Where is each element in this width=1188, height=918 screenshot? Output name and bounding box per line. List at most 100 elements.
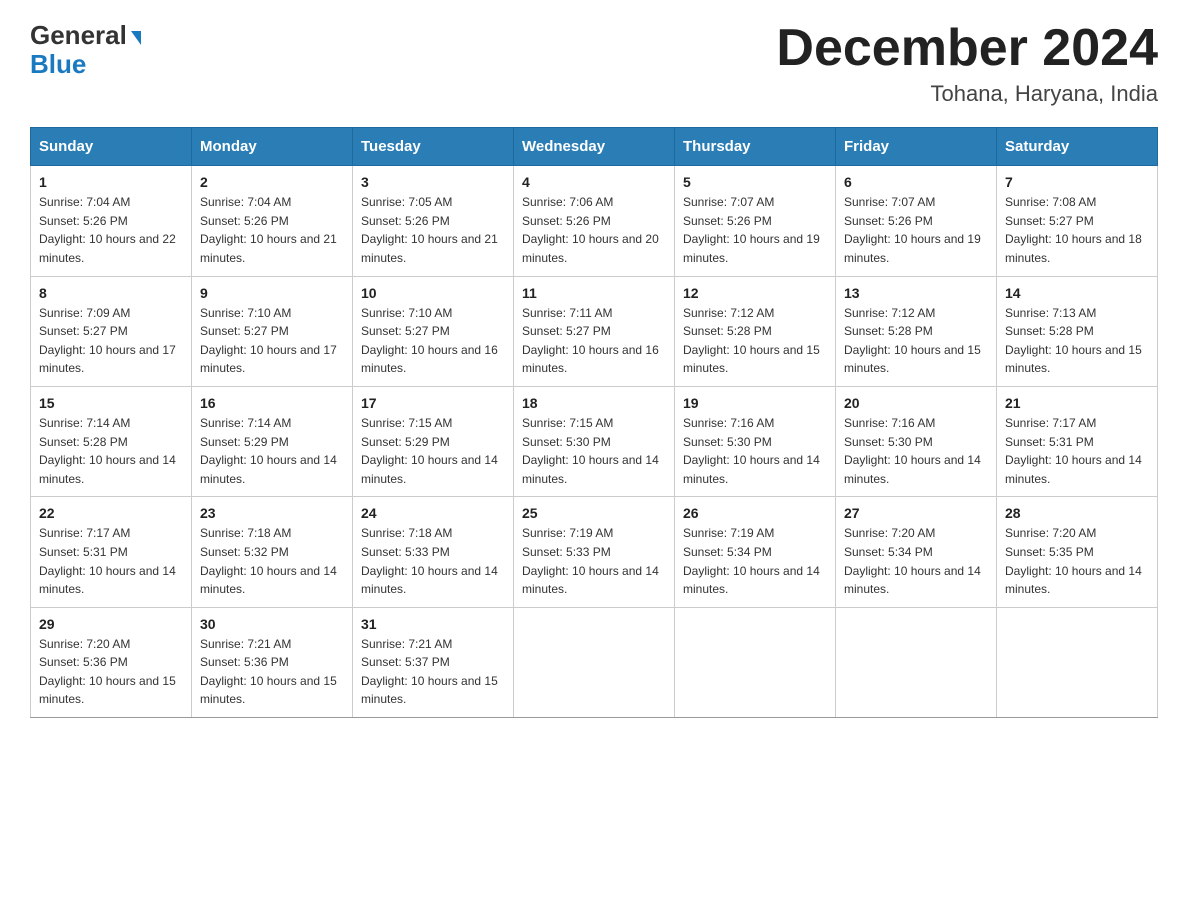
calendar-day-cell: 20Sunrise: 7:16 AMSunset: 5:30 PMDayligh… xyxy=(836,386,997,496)
day-number: 24 xyxy=(361,505,505,521)
day-info: Sunrise: 7:13 AMSunset: 5:28 PMDaylight:… xyxy=(1005,304,1149,378)
logo-general-text: General xyxy=(30,20,127,51)
day-number: 13 xyxy=(844,285,988,301)
calendar-day-cell xyxy=(514,607,675,717)
day-number: 2 xyxy=(200,174,344,190)
calendar-day-cell xyxy=(675,607,836,717)
calendar-day-cell: 2 Sunrise: 7:04 AMSunset: 5:26 PMDaylight… xyxy=(192,166,353,276)
day-of-week-header: Monday xyxy=(192,128,353,166)
day-number: 7 xyxy=(1005,174,1149,190)
day-number: 8 xyxy=(39,285,183,301)
calendar-day-cell: 22 Sunrise: 7:17 AMSunset: 5:31 PMDayligh… xyxy=(31,497,192,607)
day-number: 27 xyxy=(844,505,988,521)
day-of-week-header: Friday xyxy=(836,128,997,166)
day-number: 9 xyxy=(200,285,344,301)
calendar-day-cell: 31 Sunrise: 7:21 AMSunset: 5:37 PMDayligh… xyxy=(353,607,514,717)
day-info: Sunrise: 7:15 AMSunset: 5:29 PMDaylight:… xyxy=(361,414,505,488)
calendar-day-cell: 25Sunrise: 7:19 AMSunset: 5:33 PMDayligh… xyxy=(514,497,675,607)
calendar-day-cell: 28 Sunrise: 7:20 AMSunset: 5:35 PMDayligh… xyxy=(997,497,1158,607)
day-info: Sunrise: 7:19 AMSunset: 5:34 PMDaylight:… xyxy=(683,524,827,598)
day-number: 1 xyxy=(39,174,183,190)
day-number: 21 xyxy=(1005,395,1149,411)
day-number: 17 xyxy=(361,395,505,411)
day-number: 31 xyxy=(361,616,505,632)
calendar-day-cell: 10 Sunrise: 7:10 AMSunset: 5:27 PMDayligh… xyxy=(353,276,514,386)
day-info: Sunrise: 7:21 AMSunset: 5:37 PMDaylight:… xyxy=(361,635,505,709)
calendar-day-cell: 9 Sunrise: 7:10 AMSunset: 5:27 PMDaylight… xyxy=(192,276,353,386)
day-info: Sunrise: 7:17 AMSunset: 5:31 PMDaylight:… xyxy=(39,524,183,598)
day-info: Sunrise: 7:20 AMSunset: 5:34 PMDaylight:… xyxy=(844,524,988,598)
calendar-day-cell: 17 Sunrise: 7:15 AMSunset: 5:29 PMDayligh… xyxy=(353,386,514,496)
day-info: Sunrise: 7:05 AMSunset: 5:26 PMDaylight:… xyxy=(361,193,505,267)
title-section: December 2024 Tohana, Haryana, India xyxy=(776,20,1158,107)
day-number: 19 xyxy=(683,395,827,411)
day-number: 14 xyxy=(1005,285,1149,301)
calendar-day-cell: 27 Sunrise: 7:20 AMSunset: 5:34 PMDayligh… xyxy=(836,497,997,607)
day-info: Sunrise: 7:19 AMSunset: 5:33 PMDaylight:… xyxy=(522,524,666,598)
logo: General Blue xyxy=(30,20,141,80)
day-info: Sunrise: 7:09 AMSunset: 5:27 PMDaylight:… xyxy=(39,304,183,378)
day-number: 30 xyxy=(200,616,344,632)
calendar-week-row: 1 Sunrise: 7:04 AMSunset: 5:26 PMDaylight… xyxy=(31,166,1158,276)
calendar-day-cell: 8 Sunrise: 7:09 AMSunset: 5:27 PMDaylight… xyxy=(31,276,192,386)
month-title: December 2024 xyxy=(776,20,1158,77)
calendar-day-cell: 13Sunrise: 7:12 AMSunset: 5:28 PMDayligh… xyxy=(836,276,997,386)
day-info: Sunrise: 7:17 AMSunset: 5:31 PMDaylight:… xyxy=(1005,414,1149,488)
calendar-week-row: 22 Sunrise: 7:17 AMSunset: 5:31 PMDayligh… xyxy=(31,497,1158,607)
day-number: 28 xyxy=(1005,505,1149,521)
day-number: 11 xyxy=(522,285,666,301)
calendar-day-cell: 1 Sunrise: 7:04 AMSunset: 5:26 PMDaylight… xyxy=(31,166,192,276)
day-of-week-header: Thursday xyxy=(675,128,836,166)
logo-blue-text: Blue xyxy=(30,49,86,80)
day-info: Sunrise: 7:07 AMSunset: 5:26 PMDaylight:… xyxy=(844,193,988,267)
calendar-day-cell: 14 Sunrise: 7:13 AMSunset: 5:28 PMDayligh… xyxy=(997,276,1158,386)
day-info: Sunrise: 7:14 AMSunset: 5:28 PMDaylight:… xyxy=(39,414,183,488)
day-number: 22 xyxy=(39,505,183,521)
calendar-day-cell: 11 Sunrise: 7:11 AMSunset: 5:27 PMDayligh… xyxy=(514,276,675,386)
location-text: Tohana, Haryana, India xyxy=(776,81,1158,107)
day-of-week-header: Sunday xyxy=(31,128,192,166)
day-number: 26 xyxy=(683,505,827,521)
day-info: Sunrise: 7:04 AMSunset: 5:26 PMDaylight:… xyxy=(39,193,183,267)
calendar-header-row: SundayMondayTuesdayWednesdayThursdayFrid… xyxy=(31,128,1158,166)
day-info: Sunrise: 7:08 AMSunset: 5:27 PMDaylight:… xyxy=(1005,193,1149,267)
day-number: 23 xyxy=(200,505,344,521)
calendar-day-cell: 6 Sunrise: 7:07 AMSunset: 5:26 PMDaylight… xyxy=(836,166,997,276)
logo-arrow-icon xyxy=(131,31,141,45)
day-number: 5 xyxy=(683,174,827,190)
day-info: Sunrise: 7:14 AMSunset: 5:29 PMDaylight:… xyxy=(200,414,344,488)
day-number: 16 xyxy=(200,395,344,411)
day-of-week-header: Saturday xyxy=(997,128,1158,166)
calendar-day-cell: 21 Sunrise: 7:17 AMSunset: 5:31 PMDayligh… xyxy=(997,386,1158,496)
day-info: Sunrise: 7:20 AMSunset: 5:36 PMDaylight:… xyxy=(39,635,183,709)
day-info: Sunrise: 7:18 AMSunset: 5:32 PMDaylight:… xyxy=(200,524,344,598)
calendar-day-cell: 15Sunrise: 7:14 AMSunset: 5:28 PMDayligh… xyxy=(31,386,192,496)
day-number: 4 xyxy=(522,174,666,190)
day-number: 10 xyxy=(361,285,505,301)
calendar-day-cell: 19Sunrise: 7:16 AMSunset: 5:30 PMDayligh… xyxy=(675,386,836,496)
calendar-day-cell: 18 Sunrise: 7:15 AMSunset: 5:30 PMDayligh… xyxy=(514,386,675,496)
calendar-day-cell: 30Sunrise: 7:21 AMSunset: 5:36 PMDayligh… xyxy=(192,607,353,717)
calendar-day-cell xyxy=(997,607,1158,717)
day-info: Sunrise: 7:20 AMSunset: 5:35 PMDaylight:… xyxy=(1005,524,1149,598)
calendar-week-row: 8 Sunrise: 7:09 AMSunset: 5:27 PMDaylight… xyxy=(31,276,1158,386)
calendar-day-cell: 16 Sunrise: 7:14 AMSunset: 5:29 PMDayligh… xyxy=(192,386,353,496)
day-info: Sunrise: 7:10 AMSunset: 5:27 PMDaylight:… xyxy=(361,304,505,378)
calendar-day-cell: 4 Sunrise: 7:06 AMSunset: 5:26 PMDaylight… xyxy=(514,166,675,276)
calendar-day-cell: 5Sunrise: 7:07 AMSunset: 5:26 PMDaylight… xyxy=(675,166,836,276)
day-of-week-header: Tuesday xyxy=(353,128,514,166)
day-info: Sunrise: 7:10 AMSunset: 5:27 PMDaylight:… xyxy=(200,304,344,378)
day-info: Sunrise: 7:15 AMSunset: 5:30 PMDaylight:… xyxy=(522,414,666,488)
day-info: Sunrise: 7:11 AMSunset: 5:27 PMDaylight:… xyxy=(522,304,666,378)
page-header: General Blue December 2024 Tohana, Harya… xyxy=(30,20,1158,107)
day-number: 6 xyxy=(844,174,988,190)
day-number: 18 xyxy=(522,395,666,411)
day-number: 12 xyxy=(683,285,827,301)
day-number: 20 xyxy=(844,395,988,411)
calendar-day-cell: 24Sunrise: 7:18 AMSunset: 5:33 PMDayligh… xyxy=(353,497,514,607)
calendar-day-cell: 7 Sunrise: 7:08 AMSunset: 5:27 PMDaylight… xyxy=(997,166,1158,276)
day-info: Sunrise: 7:04 AMSunset: 5:26 PMDaylight:… xyxy=(200,193,344,267)
calendar-table: SundayMondayTuesdayWednesdayThursdayFrid… xyxy=(30,127,1158,718)
day-info: Sunrise: 7:06 AMSunset: 5:26 PMDaylight:… xyxy=(522,193,666,267)
calendar-day-cell: 12Sunrise: 7:12 AMSunset: 5:28 PMDayligh… xyxy=(675,276,836,386)
